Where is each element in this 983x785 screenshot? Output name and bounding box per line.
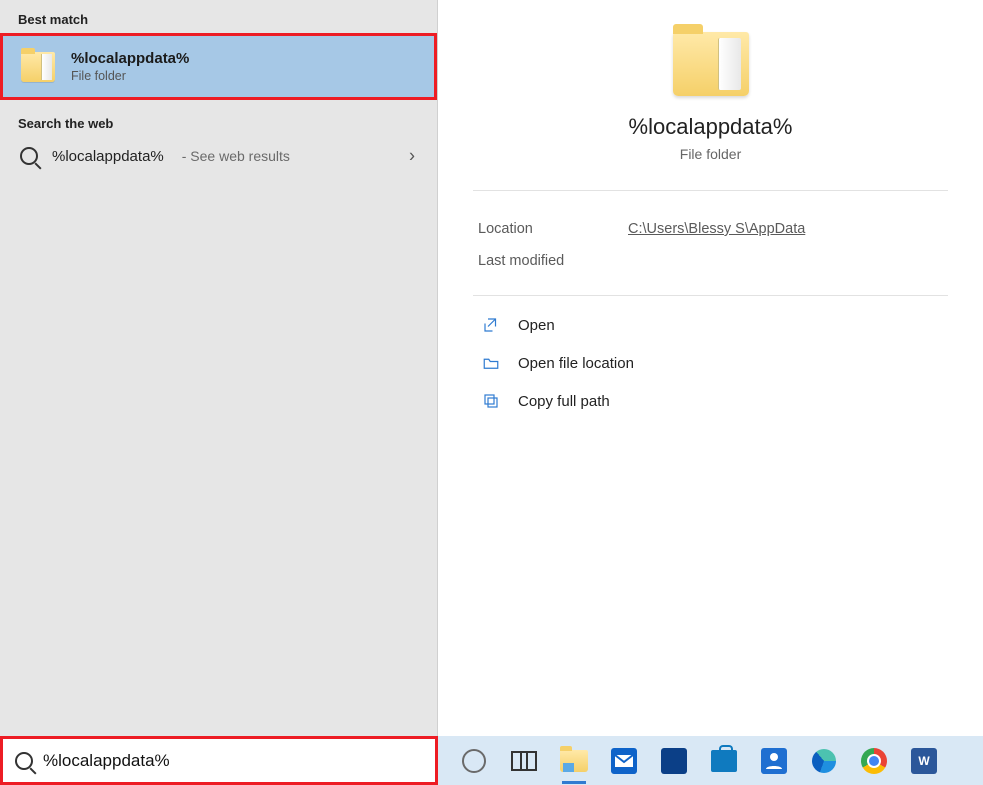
chevron-right-icon: › [409,146,415,167]
search-panels: Best match %localappdata% File folder Se… [0,0,983,736]
preview-actions: Open Open file location Copy full path [478,296,943,420]
copy-icon [482,392,500,410]
search-input[interactable] [43,751,423,771]
windows-search-panel: Best match %localappdata% File folder Se… [0,0,983,785]
meta-modified-row: Last modified [478,245,943,277]
folder-icon [673,32,749,96]
best-match-highlight-box: %localappdata% File folder [0,33,437,100]
folder-icon [21,52,55,82]
action-open[interactable]: Open [478,306,943,344]
meta-location-value[interactable]: C:\Users\Blessy S\AppData [628,221,805,237]
best-match-subtitle: File folder [71,69,189,83]
action-copy-path-label: Copy full path [518,393,610,410]
chrome-button[interactable] [860,747,888,775]
preview-pane: %localappdata% File folder Location C:\U… [438,0,983,736]
preview-icon-wrap [478,22,943,96]
meta-location-row: Location C:\Users\Blessy S\AppData [478,213,943,245]
mail-button[interactable] [610,747,638,775]
cortana-icon [462,749,486,773]
search-icon [20,147,38,165]
people-button[interactable] [760,747,788,775]
best-match-title: %localappdata% [71,50,189,67]
preview-subtitle: File folder [478,146,943,190]
action-open-location[interactable]: Open file location [478,344,943,382]
taskbar-icons: W [438,736,983,785]
web-result[interactable]: %localappdata% - See web results › [0,137,437,175]
dell-icon [661,748,687,774]
store-button[interactable] [710,747,738,775]
action-open-label: Open [518,317,555,334]
task-view-icon [511,751,537,771]
meta-modified-label: Last modified [478,253,598,269]
chrome-icon [861,748,887,774]
action-copy-path[interactable]: Copy full path [478,382,943,420]
word-icon: W [911,748,937,774]
word-button[interactable]: W [910,747,938,775]
folder-open-icon [482,354,500,372]
best-match-result[interactable]: %localappdata% File folder [3,36,434,97]
edge-button[interactable] [810,747,838,775]
people-icon [761,748,787,774]
task-view-button[interactable] [510,747,538,775]
dell-button[interactable] [660,747,688,775]
preview-metadata: Location C:\Users\Blessy S\AppData Last … [478,191,943,295]
mail-icon [611,748,637,774]
search-icon [15,752,33,770]
action-open-location-label: Open file location [518,355,634,372]
results-pane: Best match %localappdata% File folder Se… [0,0,438,736]
open-icon [482,316,500,334]
meta-location-label: Location [478,221,598,237]
taskbar: W [0,736,983,785]
web-result-hint: - See web results [182,148,290,164]
web-header: Search the web [0,106,437,137]
preview-title: %localappdata% [478,114,943,140]
edge-icon [812,749,836,773]
best-match-text: %localappdata% File folder [71,50,189,83]
best-match-header: Best match [0,2,437,33]
file-explorer-icon [560,750,588,772]
cortana-button[interactable] [460,747,488,775]
store-icon [711,750,737,772]
web-result-term: %localappdata% [52,148,164,165]
file-explorer-button[interactable] [560,747,588,775]
search-box[interactable] [0,736,438,785]
